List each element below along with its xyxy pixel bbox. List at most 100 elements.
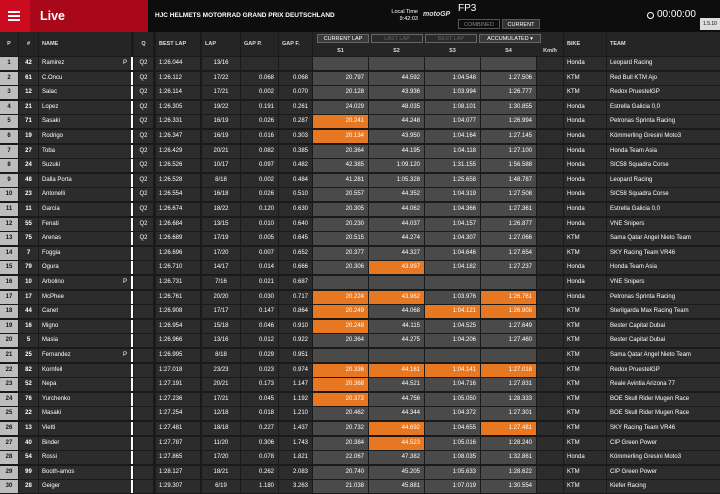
cell-s1 <box>313 57 368 70</box>
table-row[interactable]: 9 48 Dalla Porta Q2 1:26.528 8/18 0.002 0.484 41… <box>0 173 720 188</box>
cell-lap: 20/21 <box>202 378 240 392</box>
cell-s3 <box>425 349 480 362</box>
cell-num: 23 <box>19 188 38 202</box>
flag-icon <box>131 305 133 319</box>
table-row[interactable]: 25 22 Masaki 1:27.254 12/18 0.018 1.210 20.462 4… <box>0 407 720 421</box>
cell-pos: 23 <box>0 378 18 392</box>
cell-s1: 20.732 <box>313 422 368 435</box>
cell-s4: 1:27.100 <box>481 144 536 158</box>
table-row[interactable]: 28 54 Rossi 1:27.865 17/20 0.078 1.821 22.067 47… <box>0 451 720 465</box>
table-row[interactable]: 17 17 McPhee 1:26.761 20/20 0.030 0.717 20.224 4… <box>0 290 720 305</box>
cell-team: CIP Green Power <box>607 436 720 450</box>
table-row[interactable]: 24 76 Yurchenko 1:27.236 17/21 0.045 1.192 20.3… <box>0 392 720 407</box>
cell-s3: 1:04.164 <box>425 130 480 143</box>
menu-icon[interactable] <box>0 0 30 32</box>
current-lap-toggle[interactable]: CURRENT LAP <box>317 34 369 43</box>
table-row[interactable]: 4 21 Lopez Q2 1:26.305 19/22 0.191 0.261 24.029 4… <box>0 100 720 115</box>
table-row[interactable]: 14 7 Foggia 1:26.696 17/20 0.007 0.652 20.377 44… <box>0 246 720 261</box>
table-row[interactable]: 15 79 Ogura 1:26.710 14/17 0.014 0.666 20.306 43… <box>0 261 720 275</box>
cell-s4: 1:26.994 <box>481 115 536 129</box>
table-row[interactable]: 23 52 Nepa 1:27.191 20/21 0.173 1.147 20.368 44.… <box>0 378 720 392</box>
table-row[interactable]: 11 11 Garcia Q2 1:26.674 18/22 0.120 0.630 20.30… <box>0 203 720 217</box>
cell-lap: 17/20 <box>202 246 240 260</box>
cell-s4: 1:27.481 <box>481 422 536 435</box>
table-row[interactable]: 27 40 Binder 1:27.787 11/20 0.306 1.743 20.384 4… <box>0 436 720 451</box>
cell-kmh <box>537 305 563 319</box>
table-row[interactable]: 18 44 Canet 1:26.908 17/17 0.147 0.864 20.249 44… <box>0 305 720 319</box>
table-row[interactable]: 22 82 Kornfeil 1:27.018 23/23 0.023 0.974 20.33… <box>0 363 720 378</box>
accumulated-dropdown[interactable]: ACCUMULATED ▾ <box>479 34 541 43</box>
table-row[interactable]: 10 23 Antonelli Q2 1:26.554 16/18 0.026 0.510 20… <box>0 188 720 202</box>
table-row[interactable]: 29 99 Booth-amos 1:28.127 18/21 0.262 2.083 20.… <box>0 465 720 480</box>
cell-s2: 43.950 <box>369 130 424 143</box>
cell-s2: 44.756 <box>369 392 424 406</box>
table-row[interactable]: 13 75 Arenas Q2 1:26.689 17/19 0.005 0.645 20.51… <box>0 232 720 246</box>
table-row[interactable]: 19 16 Migno 1:26.954 15/18 0.046 0.910 20.248 44… <box>0 319 720 334</box>
pit-indicator <box>120 407 130 420</box>
cell-gapp: 0.306 <box>241 436 278 450</box>
cell-team: Bester Capital Dubai <box>607 334 720 348</box>
cell-pos: 9 <box>0 173 18 187</box>
flag-icon <box>131 378 133 392</box>
table-row[interactable]: 12 55 Fenati Q2 1:26.684 13/15 0.010 0.640 20.23… <box>0 217 720 232</box>
cell-lap: 23/23 <box>202 363 240 377</box>
cell-pos: 12 <box>0 217 18 231</box>
table-row[interactable]: 2 61 C.Oncu Q2 1:26.112 17/22 0.068 0.068 20.797… <box>0 71 720 86</box>
table-row[interactable]: 5 71 Sasaki Q2 1:26.331 16/19 0.026 0.287 20.241… <box>0 115 720 129</box>
cell-team: Kiefer Racing <box>607 480 720 494</box>
cell-s3: 1:31.155 <box>425 159 480 173</box>
table-row[interactable]: 3 12 Salac Q2 1:26.114 17/21 0.002 0.070 20.128 4… <box>0 86 720 100</box>
local-time-value: 9:42:03 <box>399 16 418 22</box>
table-row[interactable]: 8 24 Suzuki Q2 1:26.526 10/17 0.097 0.482 42.385… <box>0 159 720 173</box>
pit-indicator <box>120 305 130 318</box>
cell-q <box>134 378 153 392</box>
cell-kmh <box>537 217 563 231</box>
cell-gapf: 3.263 <box>279 480 312 494</box>
pit-indicator <box>120 203 130 216</box>
cell-s1: 20.740 <box>313 465 368 479</box>
cell-s2: 44.692 <box>369 422 424 435</box>
table-row[interactable]: 16 10 Arbolino 1:26.731 7/16 0.021 0.687 Honda V… <box>0 276 720 290</box>
cell-gapf: 0.974 <box>279 363 312 377</box>
cell-pos: 2 <box>0 71 18 85</box>
cell-gapp: 0.227 <box>241 422 278 435</box>
last-lap-toggle[interactable]: LAST LAP <box>371 34 423 43</box>
cell-q: Q2 <box>134 203 153 216</box>
combined-button[interactable]: COMBINED <box>458 19 500 29</box>
cell-name: Foggia <box>39 246 131 260</box>
cell-gapf: 0.717 <box>279 290 312 304</box>
cell-best: 1:26.674 <box>156 203 200 216</box>
table-row[interactable]: 21 25 Fernandez 1:26.995 8/18 0.029 0.951 KTM Sa… <box>0 349 720 363</box>
cell-gapf: 0.484 <box>279 173 312 187</box>
col-team-header: TEAM <box>607 32 720 56</box>
table-row[interactable]: 30 28 Geiger 1:29.307 6/19 1.180 3.263 21.038 45… <box>0 480 720 494</box>
cell-best: 1:26.995 <box>156 349 200 362</box>
cell-kmh <box>537 159 563 173</box>
pit-indicator <box>120 451 130 464</box>
cell-lap: 7/16 <box>202 276 240 289</box>
current-button[interactable]: CURRENT <box>502 19 540 29</box>
cell-lap: 20/21 <box>202 144 240 158</box>
cell-gapf: 0.640 <box>279 217 312 231</box>
cell-kmh <box>537 334 563 348</box>
cell-num: 79 <box>19 261 38 275</box>
best-lap-toggle[interactable]: BEST LAP <box>425 34 477 43</box>
cell-num: 12 <box>19 86 38 100</box>
table-row[interactable]: 26 13 Vietti 1:27.481 18/18 0.227 1.437 20.732 4… <box>0 422 720 436</box>
table-row[interactable]: 20 5 Masia 1:26.966 13/16 0.012 0.922 20.364 44.… <box>0 334 720 348</box>
cell-s3: 1:03.994 <box>425 86 480 100</box>
cell-kmh <box>537 436 563 450</box>
table-row[interactable]: 6 19 Rodrigo Q2 1:26.347 16/19 0.016 0.303 20.13… <box>0 130 720 144</box>
cell-gapp: 0.029 <box>241 349 278 362</box>
cell-kmh <box>537 363 563 377</box>
table-row[interactable]: 1 42 Ramirez Q2 1:26.044 13/16 Honda Leopard Ra… <box>0 57 720 71</box>
cell-pos: 1 <box>0 57 18 70</box>
cell-s1: 22.067 <box>313 451 368 465</box>
cell-best: 1:27.191 <box>156 378 200 392</box>
table-row[interactable]: 7 27 Toba Q2 1:26.429 20/21 0.082 0.385 20.364 44… <box>0 144 720 159</box>
cell-s4: 1:27.831 <box>481 378 536 392</box>
cell-name: C.Oncu <box>39 71 131 85</box>
cell-bike: Honda <box>564 451 606 465</box>
cell-kmh <box>537 422 563 435</box>
cell-team: VNE Snipers <box>607 217 720 231</box>
